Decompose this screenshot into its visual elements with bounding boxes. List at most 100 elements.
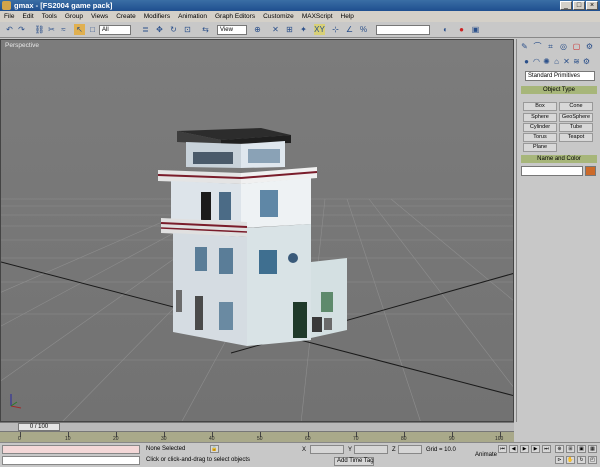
menu-modifiers[interactable]: Modifiers [140,13,174,20]
display-tab-icon[interactable]: ▢ [571,41,582,52]
menu-customize[interactable]: Customize [259,13,298,20]
menu-tools[interactable]: Tools [38,13,61,20]
menu-help[interactable]: Help [337,13,358,20]
minimize-button[interactable]: _ [560,1,572,10]
play-icon[interactable]: ▶ [520,445,529,453]
maximize-viewport-icon[interactable]: ◰ [588,456,597,464]
modify-tab-icon[interactable]: ⌒ [532,41,543,52]
cone-button[interactable]: Cone [559,102,593,111]
menu-create[interactable]: Create [112,13,140,20]
window-title: gmax - [FS2004 game pack] [14,1,113,10]
x-coord-label: X [302,447,307,453]
viewport-label[interactable]: Perspective [5,42,39,49]
menu-views[interactable]: Views [87,13,112,20]
systems-icon[interactable]: ⚙ [581,56,592,67]
field-of-view-icon[interactable]: ⊳ [555,456,564,464]
select-move-icon[interactable]: ✥ [154,24,165,35]
snapshot-icon[interactable]: ✦ [298,24,309,35]
track-bar[interactable]: 0 10 20 30 40 50 60 70 80 90 100 [0,431,514,442]
pan-icon[interactable]: ✋ [566,456,575,464]
title-bar: gmax - [FS2004 game pack] _ □ × [0,0,600,11]
object-name-field[interactable] [521,166,583,176]
select-object-icon[interactable]: ↖ [74,24,85,35]
bind-space-warp-icon[interactable]: ≈ [58,24,69,35]
z-coord-field[interactable] [398,445,422,454]
prompt-line: Click or click-and-drag to select object… [146,457,251,463]
maximize-button[interactable]: □ [573,1,585,10]
lock-selection-icon[interactable]: 🔒 [210,445,219,453]
undo-icon[interactable]: ↶ [4,24,15,35]
named-selection-dropdown[interactable] [376,25,430,35]
zoom-extents-icon[interactable]: ▣ [577,445,586,453]
menu-animation[interactable]: Animation [174,13,211,20]
select-region-icon[interactable]: □ [87,24,98,35]
selection-filter-dropdown[interactable]: All [99,25,131,35]
y-coord-label: Y [348,447,353,453]
add-time-tag-button[interactable]: Add Time Tag [334,457,374,466]
sphere-button[interactable]: Sphere [523,113,557,122]
name-color-rollout-header[interactable]: Name and Color [521,155,597,163]
teapot-button[interactable]: Teapot [559,133,593,142]
pivot-center-icon[interactable]: ⊕ [252,24,263,35]
geosphere-button[interactable]: GeoSphere [559,113,593,122]
utilities-tab-icon[interactable]: ⚙ [584,41,595,52]
z-coord-label: Z [392,447,396,453]
animate-label: Animate [475,452,498,458]
align-icon[interactable]: ✕ [270,24,281,35]
menu-edit[interactable]: Edit [18,13,37,20]
menu-graph-editors[interactable]: Graph Editors [211,13,259,20]
create-tab-icon[interactable]: ✎ [519,41,530,52]
object-type-rollout-header[interactable]: Object Type [521,86,597,94]
menu-bar: File Edit Tools Group Views Create Modif… [0,11,600,22]
angle-snap-icon[interactable]: ∠ [344,24,355,35]
object-color-swatch[interactable] [585,166,596,176]
goto-start-icon[interactable]: ⏮ [498,445,507,453]
menu-maxscript[interactable]: MAXScript [298,13,337,20]
snap-toggle-icon[interactable]: ⊹ [330,24,341,35]
arc-rotate-icon[interactable]: ↻ [577,456,586,464]
x-coord-field[interactable] [310,445,344,454]
viewport-scene [1,40,513,421]
prev-frame-icon[interactable]: ◀ [509,445,518,453]
gmax-app-icon[interactable] [2,1,11,10]
reference-coordinate-dropdown[interactable]: View [217,25,247,35]
window-controls: _ □ × [560,1,598,10]
cylinder-button[interactable]: Cylinder [523,123,557,132]
select-scale-icon[interactable]: ⊡ [182,24,193,35]
box-button[interactable]: Box [523,102,557,111]
material-editor-icon[interactable]: ◐ [440,24,451,35]
array-icon[interactable]: ⊞ [284,24,295,35]
unlink-icon[interactable]: ✂ [46,24,57,35]
menu-group[interactable]: Group [61,13,87,20]
select-rotate-icon[interactable]: ↻ [168,24,179,35]
plane-button[interactable]: Plane [523,143,557,152]
select-link-icon[interactable]: ⛓ [34,24,45,35]
torus-button[interactable]: Torus [523,133,557,142]
hierarchy-tab-icon[interactable]: ⌗ [545,41,556,52]
restrict-xy-icon[interactable]: XY [314,24,325,35]
render-scene-icon[interactable]: ▣ [470,24,481,35]
grid-size-label: Grid = 10.0 [426,447,456,453]
primitive-category-dropdown[interactable]: Standard Primitives [525,71,595,81]
y-coord-field[interactable] [354,445,388,454]
zoom-all-icon[interactable]: ⊞ [566,445,575,453]
tube-button[interactable]: Tube [559,123,593,132]
next-frame-icon[interactable]: ▶ [531,445,540,453]
zoom-extents-all-icon[interactable]: ▦ [588,445,597,453]
quick-render-icon[interactable]: ● [456,24,467,35]
zoom-icon[interactable]: ⊕ [555,445,564,453]
redo-icon[interactable]: ↷ [16,24,27,35]
maxscript-output-field[interactable] [2,456,140,465]
percent-snap-icon[interactable]: % [358,24,369,35]
motion-tab-icon[interactable]: ◎ [558,41,569,52]
time-slider-bar: 0 / 100 [0,422,514,431]
close-button[interactable]: × [586,1,598,10]
goto-end-icon[interactable]: ⏭ [542,445,551,453]
selection-status: None Selected [146,446,186,452]
select-by-name-icon[interactable]: ≣ [140,24,151,35]
perspective-viewport[interactable]: Perspective [0,39,514,422]
maxscript-listener-field[interactable] [2,445,140,454]
time-slider[interactable]: 0 / 100 [18,423,60,431]
mirror-icon[interactable]: ⇆ [200,24,211,35]
menu-file[interactable]: File [0,13,18,20]
